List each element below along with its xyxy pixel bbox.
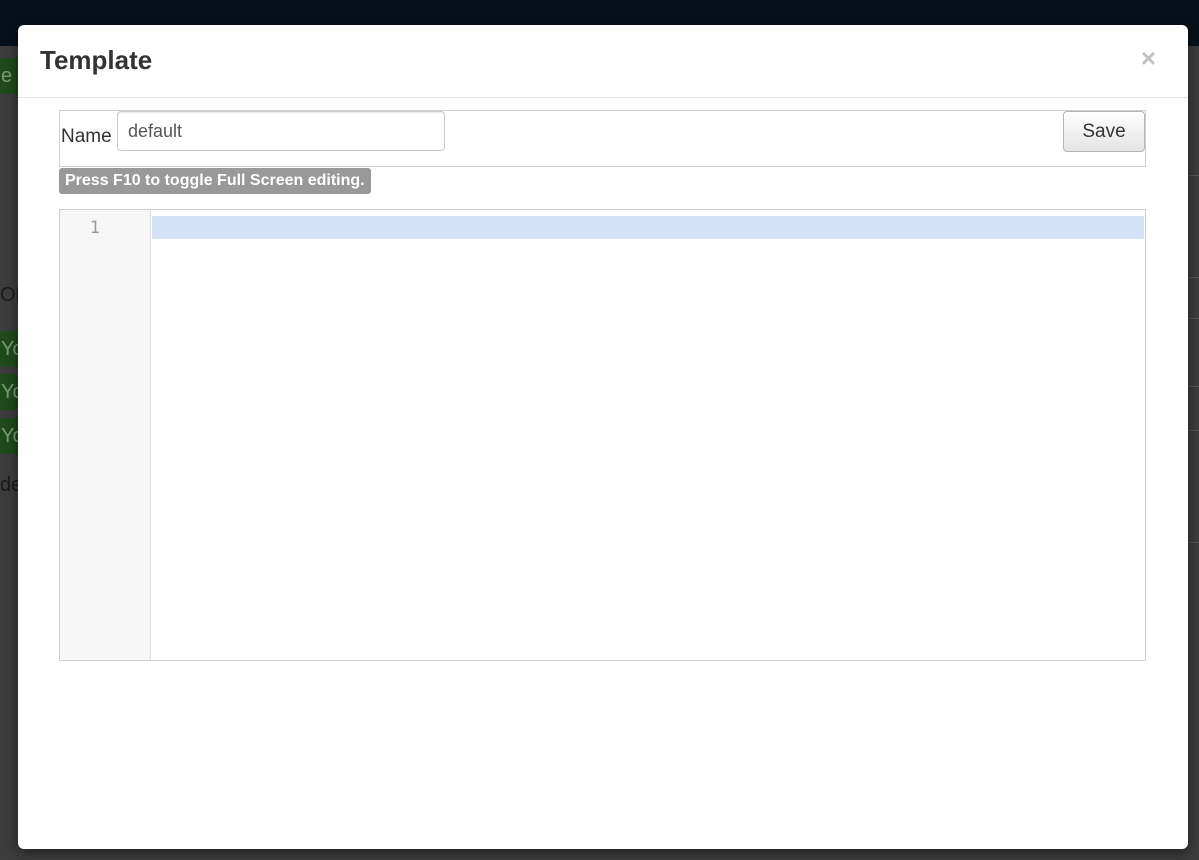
name-row: Name Save xyxy=(59,110,1146,167)
line-number: 1 xyxy=(89,218,100,238)
template-modal: Template × Name Save Press F10 to toggle… xyxy=(18,25,1188,849)
code-editor[interactable]: 1 xyxy=(59,209,1146,661)
fullscreen-hint-badge: Press F10 to toggle Full Screen editing. xyxy=(59,168,371,194)
editor-active-line[interactable] xyxy=(152,216,1144,239)
close-icon[interactable]: × xyxy=(1141,43,1156,74)
name-input[interactable] xyxy=(117,111,445,151)
modal-header: Template × xyxy=(18,25,1188,98)
modal-title: Template xyxy=(40,45,153,75)
save-button[interactable]: Save xyxy=(1063,111,1145,152)
name-label: Name xyxy=(61,126,112,147)
editor-gutter: 1 xyxy=(60,210,151,660)
